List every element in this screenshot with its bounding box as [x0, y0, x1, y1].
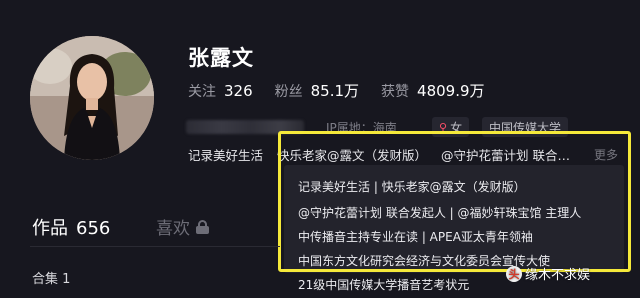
works-count: 656 [76, 218, 111, 239]
bio-popup-line: 21级中国传媒大学播音艺考状元 [298, 278, 470, 292]
watermark: 头 缘木不求娱 [506, 264, 590, 283]
following-stat[interactable]: 关注 326 [188, 81, 253, 101]
toutiao-logo-icon: 头 [506, 265, 522, 282]
likes-label: 喜欢 [156, 219, 190, 239]
followers-label: 粉丝 [274, 84, 303, 100]
likes-received-stat: 获赞 4809.9万 [381, 80, 485, 101]
lock-icon [196, 219, 209, 234]
avatar[interactable] [30, 36, 154, 160]
tab-works[interactable]: 作品 656 [32, 214, 110, 240]
watermark-text: 缘木不求娱 [525, 268, 591, 283]
divider [30, 246, 280, 247]
followers-count: 85.1万 [310, 82, 360, 100]
avatar-photo [30, 36, 154, 160]
following-label: 关注 [188, 84, 216, 100]
following-count: 326 [224, 82, 253, 100]
collection-label[interactable]: 合集 1 [32, 268, 70, 287]
works-label: 作品 [32, 218, 68, 239]
likes-received-count: 4809.9万 [417, 82, 485, 100]
bio-preview-segment: 记录美好生活 [188, 148, 264, 163]
tab-likes[interactable]: 喜欢 [156, 214, 209, 239]
highlight-frame [278, 131, 631, 272]
likes-received-label: 获赞 [381, 84, 410, 100]
profile-stats: 关注 326 粉丝 85.1万 获赞 4809.9万 [188, 80, 507, 101]
profile-name: 张露文 [188, 46, 254, 70]
followers-stat[interactable]: 粉丝 85.1万 [275, 80, 359, 101]
